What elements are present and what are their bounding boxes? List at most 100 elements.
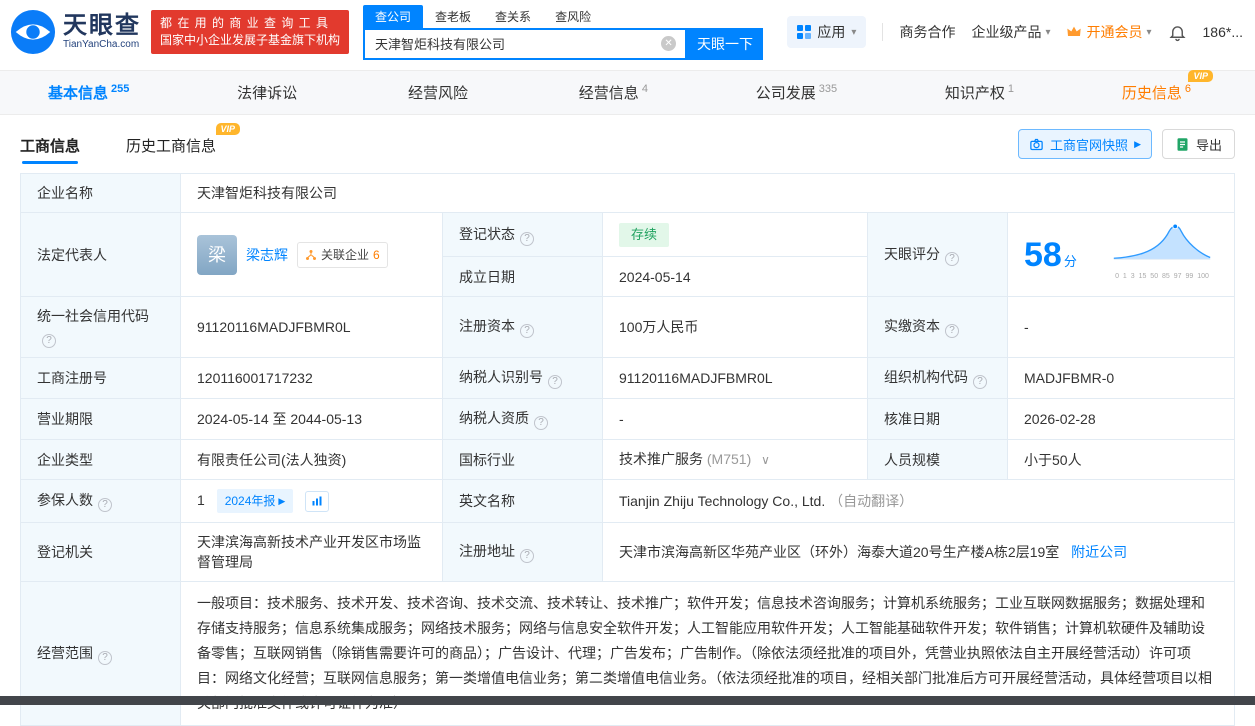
tab-history-info[interactable]: 历史信息 6 VIP	[1122, 70, 1213, 103]
search-tab-risk[interactable]: 查风险	[543, 5, 603, 28]
vip-badge: VIP	[215, 122, 241, 135]
label-text: 法定代表人	[37, 246, 107, 263]
industry-label: 国标行业	[442, 439, 603, 480]
value-text: 2024-05-14	[619, 268, 691, 285]
export-button[interactable]: 导出	[1161, 129, 1235, 159]
play-arrow-icon: ▶	[278, 496, 286, 506]
reg-status-value: 存续	[602, 211, 868, 258]
score-label: 天眼评分?	[867, 212, 1008, 297]
reg-status-label: 登记状态?	[442, 211, 603, 258]
english-name-value: Tianjin Zhiju Technology Co., Ltd. （自动翻译…	[602, 479, 1235, 523]
help-icon[interactable]: ?	[520, 231, 534, 246]
header-menu: 应用 ▾ 商务合作 企业级产品 ▾ 开通会员 ▾ 186*...	[787, 16, 1243, 48]
company-type-label: 企业类型	[20, 439, 181, 480]
tab-count: 6	[1184, 83, 1191, 95]
reg-authority-label: 登记机关	[20, 522, 181, 582]
help-icon[interactable]: ?	[520, 324, 534, 338]
enterprise-products-label: 企业级产品	[971, 24, 1042, 40]
label-text: 参保人数	[37, 492, 93, 508]
tianyancha-logo[interactable]: 天眼查 TianYanCha.com	[10, 9, 141, 55]
related-companies-count: 6	[373, 247, 380, 262]
value-text: -	[619, 411, 624, 427]
value-text: 技术推广服务	[619, 451, 703, 467]
auto-translate-note: （自动翻译）	[829, 493, 914, 509]
tab-count: 255	[111, 83, 130, 95]
search-tab-relation[interactable]: 查关系	[483, 5, 543, 28]
legal-rep-name-link[interactable]: 梁志辉	[246, 245, 288, 265]
label-text: 成立日期	[459, 268, 515, 285]
tab-label: 经营信息	[578, 85, 639, 102]
slogan-line1: 都 在 用 的 商 业 查 询 工 具	[160, 16, 330, 30]
tab-basic-info[interactable]: 基本信息 255	[48, 82, 129, 103]
slogan-line2: 国家中小企业发展子基金旗下机构	[160, 33, 341, 47]
approval-date-label: 核准日期	[867, 398, 1008, 440]
label-text: 核准日期	[884, 411, 940, 427]
search-tab-company[interactable]: 查公司	[363, 4, 424, 28]
nearby-companies-link[interactable]: 附近公司	[1071, 544, 1127, 560]
value-text: 有限责任公司(法人独资)	[197, 451, 347, 468]
org-code-label: 组织机构代码?	[867, 357, 1008, 399]
official-snapshot-button[interactable]: 工商官网快照 ▶	[1018, 129, 1152, 159]
crown-icon	[1067, 26, 1082, 36]
legal-rep-avatar[interactable]: 梁	[197, 234, 237, 275]
score-unit: 分	[1063, 253, 1077, 269]
subtab-business-info[interactable]: 工商信息	[20, 120, 80, 169]
reg-capital-value: 100万人民币	[602, 296, 868, 358]
score-distribution-chart: 0 1 3 15 50 85 97 99 100	[1106, 222, 1218, 287]
staff-size-value: 小于50人	[1007, 439, 1235, 480]
search-input[interactable]	[365, 36, 662, 51]
table-row: 参保人数? 1 2024年报 ▶ 英文名称 Tianjin Zhiju Tech…	[20, 479, 1235, 523]
help-icon[interactable]: ?	[520, 549, 534, 563]
tab-company-development[interactable]: 公司发展 335	[756, 82, 837, 103]
tab-count: 335	[818, 83, 838, 95]
value-text: 一般项目：技术服务、技术开发、技术咨询、技术交流、技术转让、技术推广；软件开发；…	[197, 595, 1212, 711]
apps-menu[interactable]: 应用 ▾	[787, 16, 867, 48]
tab-operation-info[interactable]: 经营信息 4	[579, 82, 648, 103]
menu-open-vip[interactable]: 开通会员 ▾	[1066, 22, 1152, 42]
user-phone[interactable]: 186*...	[1203, 24, 1243, 40]
subtab-history-business-info[interactable]: 历史工商信息 VIP	[126, 120, 241, 169]
menu-enterprise-products[interactable]: 企业级产品 ▾	[971, 22, 1050, 42]
help-icon[interactable]: ?	[973, 375, 987, 389]
tax-id-label: 纳税人识别号?	[442, 357, 603, 399]
apps-grid-icon	[797, 25, 812, 39]
help-icon[interactable]: ?	[42, 334, 56, 348]
related-companies-badge[interactable]: 关联企业 6	[297, 241, 388, 268]
establish-date-label: 成立日期	[442, 256, 603, 297]
eye-logo-icon	[10, 9, 56, 55]
related-companies-icon	[306, 249, 316, 260]
help-icon[interactable]: ?	[534, 416, 548, 430]
tab-count: 1	[1007, 83, 1015, 95]
label-text: 企业名称	[37, 185, 93, 201]
insured-trend-icon[interactable]	[305, 490, 330, 512]
search-tab-boss[interactable]: 查老板	[423, 5, 483, 28]
label-text: 国标行业	[459, 451, 515, 468]
play-arrow-icon: ▶	[1134, 138, 1141, 149]
notifications-bell-icon[interactable]	[1168, 23, 1187, 42]
chevron-down-icon: ▾	[1045, 26, 1051, 38]
tab-intellectual-property[interactable]: 知识产权 1	[945, 82, 1014, 103]
expand-chevron-icon[interactable]: ∨	[761, 453, 770, 467]
help-icon[interactable]: ?	[945, 251, 959, 266]
search-tabs: 查公司 查老板 查关系 查风险	[363, 4, 763, 28]
clear-search-icon[interactable]: ✕	[661, 36, 677, 51]
staff-size-label: 人员规模	[867, 439, 1008, 480]
annual-report-badge[interactable]: 2024年报 ▶	[216, 489, 294, 513]
help-icon[interactable]: ?	[548, 375, 562, 389]
value-text: 2026-02-28	[1024, 411, 1096, 427]
snapshot-label: 工商官网快照	[1050, 137, 1129, 153]
value-text: 1	[197, 492, 205, 508]
help-icon[interactable]: ?	[945, 324, 959, 338]
value-text: -	[1024, 319, 1029, 335]
help-icon[interactable]: ?	[98, 650, 112, 665]
tab-operation-risk[interactable]: 经营风险	[408, 82, 471, 103]
tab-legal-litigation[interactable]: 法律诉讼	[237, 82, 300, 103]
help-icon[interactable]: ?	[98, 498, 112, 512]
menu-business-coop[interactable]: 商务合作	[899, 22, 955, 42]
business-info-table: 企业名称 天津智炬科技有限公司 法定代表人 梁 梁志辉 关联企业 6 登记状态?	[20, 173, 1235, 726]
search-button[interactable]: 天眼一下	[687, 27, 764, 60]
subtab-label: 历史工商信息	[126, 137, 217, 155]
approval-date-value: 2026-02-28	[1007, 398, 1235, 440]
english-name-label: 英文名称	[442, 479, 603, 523]
table-row: 法定代表人 梁 梁志辉 关联企业 6 登记状态? 存续 天眼评分? 58 分 0…	[20, 211, 1235, 297]
